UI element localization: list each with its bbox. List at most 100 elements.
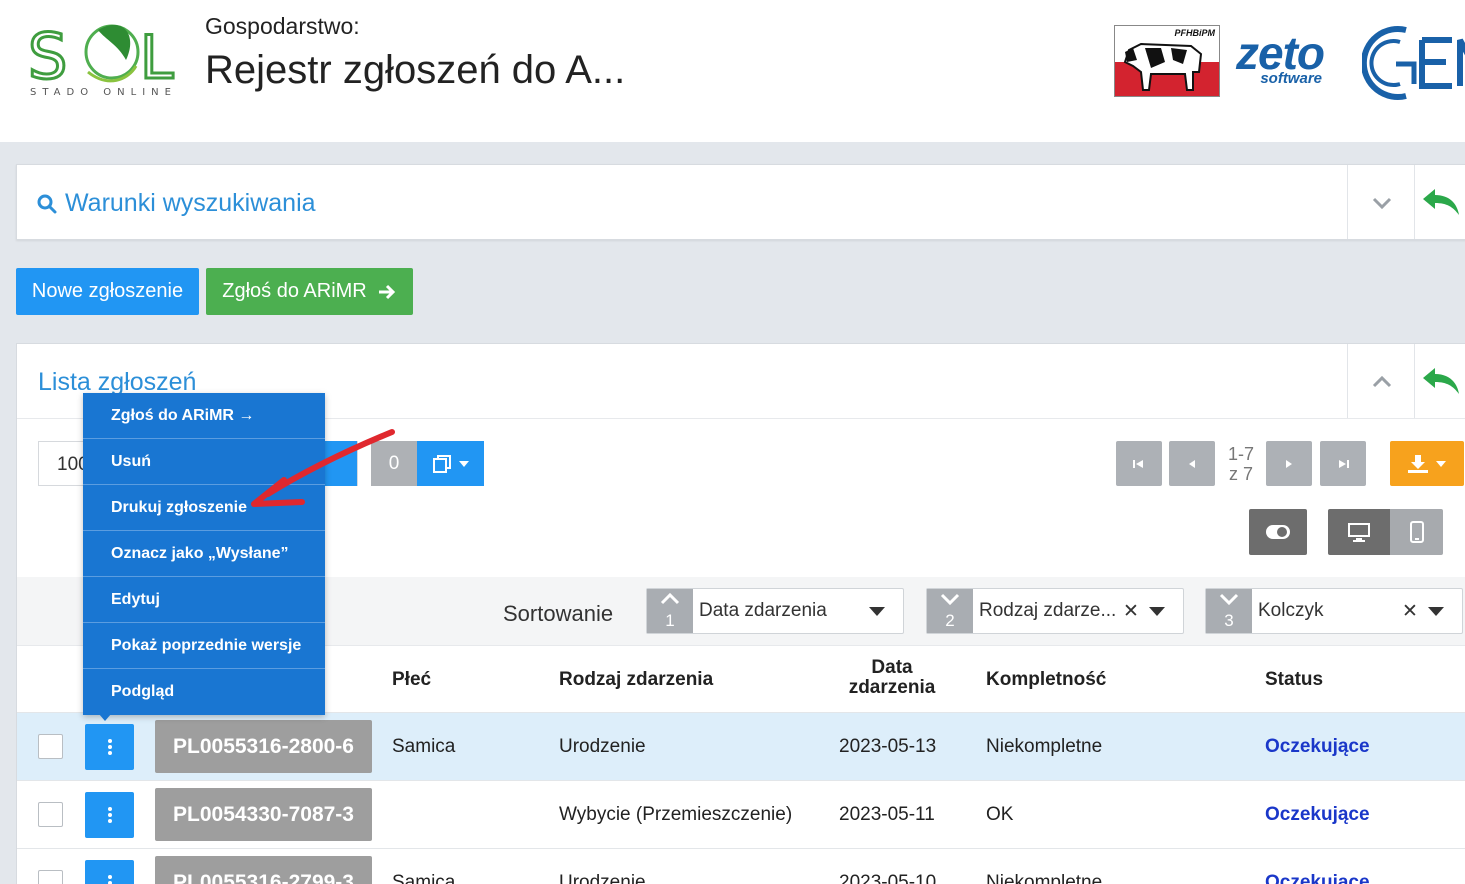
menu-item-edit[interactable]: Edytuj: [83, 577, 325, 623]
search-panel-toggle[interactable]: Warunki wyszukiwania: [37, 189, 316, 218]
divider: [1414, 344, 1415, 418]
reply-arrow-icon[interactable]: [1421, 185, 1461, 217]
prev-page-button[interactable]: [1169, 441, 1215, 486]
ear-tag[interactable]: PL0055316-2799-3: [155, 856, 372, 884]
cell-event-type: Urodzenie: [559, 872, 646, 884]
sort-order-1[interactable]: 1: [647, 589, 693, 633]
first-page-button[interactable]: [1116, 441, 1162, 486]
cell-status-link[interactable]: Oczekujące: [1265, 736, 1370, 758]
cell-status-link[interactable]: Oczekujące: [1265, 872, 1370, 884]
chevron-up-icon[interactable]: [1371, 371, 1393, 393]
caret-down-icon: [869, 607, 885, 616]
chevron-down-icon: [940, 593, 960, 605]
menu-item-delete[interactable]: Usuń: [83, 439, 325, 485]
search-icon: [37, 194, 57, 213]
column-header-status[interactable]: Status: [1265, 669, 1323, 691]
table-row[interactable]: PL0054330-7087-3 Wybycie (Przemieszczeni…: [17, 780, 1465, 848]
logo-subtitle: STADO ONLINE: [30, 87, 177, 98]
caret-down-icon: [1428, 607, 1444, 616]
farm-label: Gospodarstwo:: [205, 13, 360, 39]
mobile-view-button[interactable]: [1390, 509, 1443, 555]
reply-arrow-icon[interactable]: [1421, 364, 1461, 396]
row-checkbox[interactable]: [38, 870, 63, 884]
download-button[interactable]: [1390, 441, 1464, 486]
page-title: Rejestr zgłoszeń do A...: [205, 48, 626, 92]
pagination-total: z 7: [1228, 464, 1253, 484]
app-header: S L STADO ONLINE Gospodarstwo: Rejestr z…: [0, 0, 1465, 142]
cow-icon: [1123, 42, 1203, 91]
cell-completeness: Niekompletne: [986, 872, 1103, 884]
clear-icon[interactable]: ✕: [1402, 600, 1418, 623]
row-context-menu: Zgłoś do ARiMR → Usuń Drukuj zgłoszenie …: [83, 393, 325, 715]
report-arimr-button[interactable]: Zgłoś do ARiMR: [206, 268, 413, 315]
sort-label: Sortowanie: [503, 601, 614, 626]
ear-tag[interactable]: PL0055316-2800-6: [155, 720, 372, 773]
table-row[interactable]: PL0055316-2800-6 Samica Urodzenie 2023-0…: [17, 712, 1465, 780]
row-checkbox[interactable]: [38, 802, 63, 827]
next-page-button[interactable]: [1266, 441, 1312, 486]
caret-down-icon: [458, 460, 469, 467]
column-header-event-date[interactable]: Data zdarzenia: [842, 658, 942, 698]
chevron-down-icon: [1219, 593, 1239, 605]
gen-logo: [1362, 26, 1465, 100]
row-actions-button[interactable]: [85, 724, 134, 770]
column-header-sex[interactable]: Płeć: [392, 669, 431, 691]
prev-page-icon: [1189, 459, 1195, 468]
last-page-button[interactable]: [1320, 441, 1366, 486]
search-panel: Warunki wyszukiwania: [16, 164, 1465, 240]
chevron-up-icon: [660, 593, 680, 605]
toggle-icon: [1266, 525, 1290, 539]
more-vertical-icon: [107, 875, 112, 884]
cell-event-type: Urodzenie: [559, 736, 646, 757]
sort-criterion-1[interactable]: 1 Data zdarzenia: [646, 588, 904, 634]
report-arimr-label: Zgłoś do ARiMR: [222, 280, 367, 302]
sort-field-1: Data zdarzenia: [699, 600, 827, 621]
arrow-right-icon: [378, 284, 395, 299]
new-report-button[interactable]: Nowe zgłoszenie: [16, 268, 199, 315]
menu-item-print[interactable]: Drukuj zgłoszenie: [83, 485, 325, 531]
sort-criterion-2[interactable]: 2 Rodzaj zdarze... ✕: [926, 588, 1184, 634]
pagination-info: 1-7 z 7: [1223, 444, 1259, 484]
sort-field-2: Rodzaj zdarze...: [979, 600, 1117, 621]
divider: [1347, 165, 1348, 239]
cell-status-link[interactable]: Oczekujące: [1265, 804, 1370, 826]
row-checkbox[interactable]: [38, 734, 63, 759]
cell-sex: Samica: [392, 872, 456, 884]
menu-item-previous-versions[interactable]: Pokaż poprzednie wersje: [83, 623, 325, 669]
download-icon: [1408, 454, 1428, 473]
search-panel-title: Warunki wyszukiwania: [65, 189, 316, 217]
caret-down-icon: [1436, 460, 1446, 467]
menu-item-mark-sent[interactable]: Oznacz jako „Wysłane”: [83, 531, 325, 577]
divider: [1414, 165, 1415, 239]
desktop-view-button[interactable]: [1328, 509, 1390, 555]
table-row[interactable]: PL0055316-2799-3 Samica Urodzenie 2023-0…: [17, 848, 1465, 884]
cell-event-type: Wybycie (Przemieszczenie): [559, 804, 793, 825]
more-vertical-icon: [107, 739, 112, 755]
row-actions-button[interactable]: [85, 860, 134, 884]
sort-order-2[interactable]: 2: [927, 589, 973, 633]
cell-event-date: 2023-05-11: [839, 804, 935, 825]
copy-icon: [432, 454, 451, 473]
column-header-event-type[interactable]: Rodzaj zdarzenia: [559, 669, 713, 691]
menu-item-report-arimr[interactable]: Zgłoś do ARiMR →: [83, 393, 325, 439]
zeto-logo: zeto software: [1236, 27, 1325, 87]
clear-icon[interactable]: ✕: [1123, 600, 1139, 623]
first-page-icon: [1133, 459, 1143, 468]
toggle-button[interactable]: [1249, 509, 1307, 555]
sort-criterion-3[interactable]: 3 Kolczyk ✕: [1205, 588, 1463, 634]
menu-item-preview[interactable]: Podgląd: [83, 669, 325, 715]
svg-text:L: L: [140, 23, 174, 93]
chevron-down-icon[interactable]: [1371, 192, 1393, 214]
last-page-icon: [1339, 459, 1349, 468]
column-header-completeness[interactable]: Kompletność: [986, 669, 1106, 691]
mobile-icon: [1409, 521, 1424, 543]
caret-down-icon: [1149, 607, 1165, 616]
pagination-range: 1-7: [1227, 444, 1254, 464]
cell-completeness: Niekompletne: [986, 736, 1103, 757]
ear-tag[interactable]: PL0054330-7087-3: [155, 788, 372, 841]
copy-button[interactable]: [417, 441, 484, 486]
cell-sex: Samica: [392, 736, 456, 757]
sort-order-3[interactable]: 3: [1206, 589, 1252, 633]
row-actions-button[interactable]: [85, 792, 134, 838]
desktop-icon: [1348, 523, 1370, 542]
